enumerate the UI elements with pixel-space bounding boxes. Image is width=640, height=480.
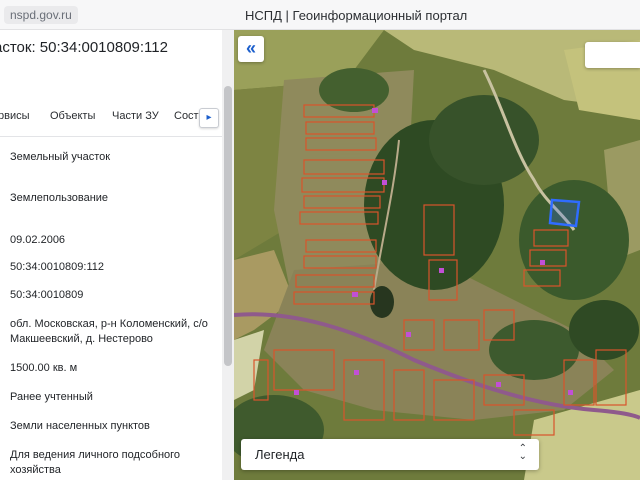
field-registration-date: 09.02.2006 bbox=[10, 234, 66, 246]
browser-topbar: nspd.gov.ru НСПД | Геоинформационный пор… bbox=[0, 0, 640, 30]
map-imagery bbox=[234, 30, 640, 480]
legend-dropdown[interactable]: Легенда ⌃ ⌄ bbox=[241, 439, 539, 470]
field-status: Ранее учтенный bbox=[10, 391, 93, 403]
field-address: обл. Московская, р-н Коломенский, с/о Ма… bbox=[10, 318, 208, 345]
legend-label: Легенда bbox=[255, 447, 305, 462]
field-cadastral-quarter: 50:34:0010809 bbox=[10, 289, 84, 301]
tab-services[interactable]: рвисы bbox=[0, 110, 30, 122]
field-land-category: Земли населенных пунктов bbox=[10, 420, 150, 432]
parcel-title: асток: 50:34:0010809:112 bbox=[0, 39, 168, 56]
field-permitted-use: Для ведения личного подсобного хозяйства bbox=[10, 449, 181, 476]
tab-objects[interactable]: Объекты bbox=[50, 110, 95, 122]
satellite-map[interactable] bbox=[234, 30, 640, 480]
chevron-right-icon[interactable]: ▸ bbox=[199, 108, 219, 128]
double-chevron-left-icon[interactable]: « bbox=[238, 36, 264, 62]
tabs-divider bbox=[0, 136, 233, 137]
chevron-up-down-icon: ⌃ ⌄ bbox=[518, 443, 527, 462]
field-parcel-kind: Землепользование bbox=[10, 192, 109, 204]
panel-scrollbar-thumb[interactable] bbox=[224, 86, 232, 366]
field-area: 1500.00 кв. м bbox=[10, 362, 78, 374]
field-object-type: Земельный участок bbox=[10, 151, 111, 163]
page-title: НСПД | Геоинформационный портал bbox=[245, 8, 468, 23]
info-panel: асток: 50:34:0010809:112 рвисы Объекты Ч… bbox=[0, 30, 234, 480]
map-search-box[interactable] bbox=[585, 42, 640, 68]
tab-parcel-parts[interactable]: Части ЗУ bbox=[112, 110, 159, 122]
field-cadastral-number: 50:34:0010809:112 bbox=[10, 261, 104, 273]
url-bar[interactable]: nspd.gov.ru bbox=[4, 6, 78, 24]
